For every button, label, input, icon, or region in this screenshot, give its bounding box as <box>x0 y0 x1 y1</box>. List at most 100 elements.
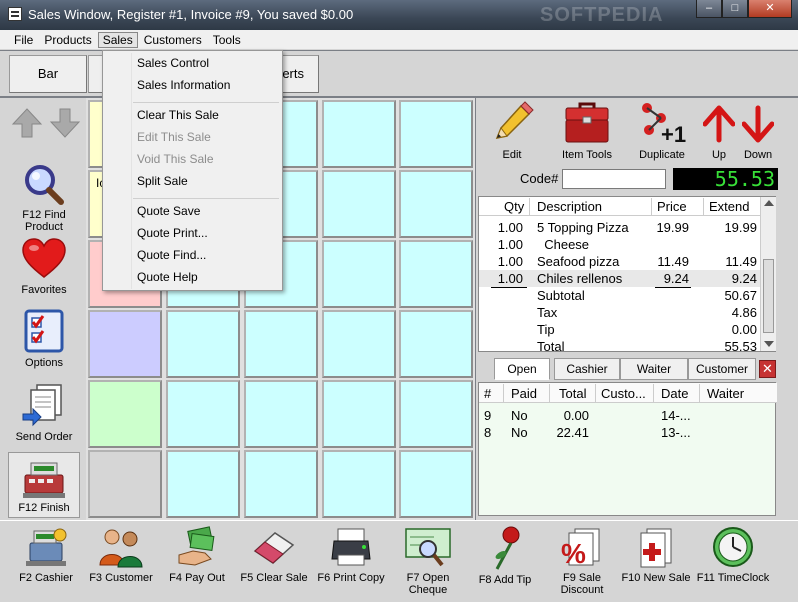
clear-sale-label: F5 Clear Sale <box>240 572 308 584</box>
edit-button[interactable]: Edit <box>486 100 538 161</box>
svg-text:+1: +1 <box>661 122 686 146</box>
menuitem-clear-this-sale[interactable]: Clear This Sale <box>137 108 219 122</box>
percent-documents-icon: % <box>561 528 600 569</box>
code-input[interactable] <box>562 169 666 189</box>
grid-cell[interactable] <box>244 450 318 518</box>
open-col-date: Date <box>661 386 689 401</box>
item-tools-button[interactable]: Item Tools <box>556 100 618 161</box>
grid-cell[interactable] <box>166 310 240 378</box>
open-row-num: 8 <box>484 425 492 440</box>
order-qty: 1.00 <box>497 237 523 252</box>
scroll-thumb[interactable] <box>763 259 774 333</box>
menu-file[interactable]: File <box>9 32 38 48</box>
tab-customer[interactable]: Customer <box>688 358 756 380</box>
customer-label: F3 Customer <box>89 572 153 584</box>
cashier-button[interactable]: F2 Cashier <box>14 525 78 584</box>
tab-bar[interactable]: Bar <box>9 55 87 93</box>
svg-text:%: % <box>561 538 586 569</box>
menu-sales[interactable]: Sales <box>97 31 138 48</box>
open-col-num: # <box>484 386 492 401</box>
grid-cell[interactable] <box>322 310 396 378</box>
menuitem-sales-information[interactable]: Sales Information <box>137 78 230 92</box>
open-cheque-button[interactable]: F7 Open Cheque <box>398 525 458 596</box>
print-copy-button[interactable]: F6 Print Copy <box>316 525 386 584</box>
duplicate-label: Duplicate <box>639 149 685 161</box>
grid-cell[interactable] <box>322 240 396 308</box>
grid-cell[interactable] <box>399 100 473 168</box>
grid-cell[interactable] <box>322 450 396 518</box>
scroll-up-icon[interactable] <box>764 200 774 206</box>
menuitem-quote-print[interactable]: Quote Print... <box>137 226 208 240</box>
minimize-button[interactable]: – <box>696 0 722 18</box>
order-row-selected[interactable]: 1.00 Chiles rellenos 9.24 9.24 <box>479 270 761 287</box>
sale-discount-button[interactable]: % F9 Sale Discount <box>550 525 614 596</box>
menuitem-split-sale[interactable]: Split Sale <box>137 174 188 188</box>
find-product-button[interactable]: F12 Find Product <box>6 162 82 233</box>
grid-cell[interactable] <box>88 310 162 378</box>
close-button[interactable]: ✕ <box>748 0 792 18</box>
title-bar: Sales Window, Register #1, Invoice #9, Y… <box>0 0 798 30</box>
timeclock-button[interactable]: F11 TimeClock <box>696 525 770 584</box>
open-sale-row[interactable]: 9 No 0.00 14-... <box>479 407 777 424</box>
menuitem-quote-save[interactable]: Quote Save <box>137 204 200 218</box>
up-button[interactable]: Up <box>702 100 736 161</box>
grid-cell[interactable] <box>399 310 473 378</box>
maximize-button[interactable]: □ <box>722 0 748 18</box>
menu-products[interactable]: Products <box>39 32 96 48</box>
code-label: Code# <box>520 171 559 186</box>
pay-out-label: F4 Pay Out <box>169 572 225 584</box>
grid-cell[interactable] <box>399 450 473 518</box>
down-button[interactable]: Down <box>740 100 776 161</box>
open-sale-row[interactable]: 8 No 22.41 13-... <box>479 424 777 441</box>
grid-cell[interactable] <box>322 100 396 168</box>
menu-bar: File Products Sales Customers Tools <box>0 30 798 50</box>
grid-cell[interactable] <box>322 380 396 448</box>
duplicate-plus-one-icon: +1 <box>642 103 686 147</box>
tab-waiter[interactable]: Waiter <box>620 358 688 380</box>
add-tip-button[interactable]: F8 Add Tip <box>476 525 534 586</box>
finish-button[interactable]: F12 Finish <box>8 452 80 518</box>
grid-up-arrow-icon[interactable] <box>10 106 44 140</box>
print-copy-label: F6 Print Copy <box>317 572 385 584</box>
grid-cell[interactable] <box>399 380 473 448</box>
tab-cashier[interactable]: Cashier <box>554 358 620 380</box>
grid-cell[interactable] <box>322 170 396 238</box>
order-list: Qty Description Price Extend 1.00 5 Topp… <box>478 196 776 354</box>
down-label: Down <box>743 149 773 161</box>
order-row[interactable]: 1.00 Seafood pizza 11.49 11.49 <box>479 253 761 270</box>
window-controls: – □ ✕ <box>696 0 792 18</box>
menuitem-sales-control[interactable]: Sales Control <box>137 56 209 70</box>
menuitem-quote-find[interactable]: Quote Find... <box>137 248 206 262</box>
favorites-button[interactable]: Favorites <box>6 237 82 296</box>
send-order-button[interactable]: Send Order <box>6 382 82 443</box>
close-tab-icon[interactable]: ✕ <box>759 360 776 378</box>
total-display: 55.53 <box>673 168 778 190</box>
clear-sale-button[interactable]: F5 Clear Sale <box>240 525 308 584</box>
grid-cell[interactable] <box>88 380 162 448</box>
options-button[interactable]: Options <box>6 308 82 369</box>
bottom-toolbar: F2 Cashier F3 Customer F4 Pay Out F5 Cle… <box>0 520 798 602</box>
grid-cell[interactable] <box>399 240 473 308</box>
order-col-qty: Qty <box>504 199 525 214</box>
grid-cell[interactable] <box>399 170 473 238</box>
new-sale-button[interactable]: F10 New Sale <box>620 525 692 584</box>
tab-open[interactable]: Open <box>494 358 550 380</box>
watermark: SOFTPEDIA <box>540 4 664 26</box>
grid-cell[interactable] <box>88 450 162 518</box>
scroll-down-icon[interactable] <box>764 341 774 347</box>
grid-cell[interactable] <box>166 380 240 448</box>
customer-button[interactable]: F3 Customer <box>88 525 154 584</box>
grid-cell[interactable] <box>244 310 318 378</box>
grid-cell[interactable] <box>166 450 240 518</box>
menu-tools[interactable]: Tools <box>208 32 246 48</box>
duplicate-button[interactable]: +1 Duplicate <box>634 100 690 161</box>
pay-out-button[interactable]: F4 Pay Out <box>166 525 228 584</box>
order-row[interactable]: 1.00 5 Topping Pizza 19.99 19.99 <box>479 219 761 236</box>
menuitem-quote-help[interactable]: Quote Help <box>137 270 198 284</box>
grid-cell[interactable] <box>244 380 318 448</box>
grid-down-arrow-icon[interactable] <box>48 106 82 140</box>
open-col-customer: Custo... <box>601 386 646 401</box>
order-scrollbar[interactable] <box>760 197 776 351</box>
order-row[interactable]: 1.00 Cheese <box>479 236 761 253</box>
menu-customers[interactable]: Customers <box>139 32 207 48</box>
